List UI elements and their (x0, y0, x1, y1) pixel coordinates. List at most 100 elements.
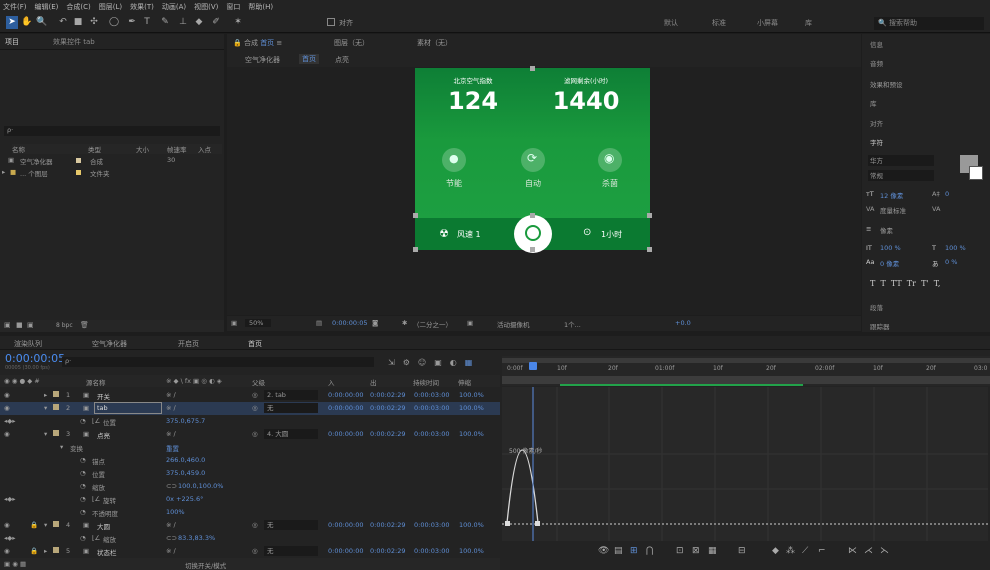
pickwhip-icon[interactable]: ◎ (252, 391, 258, 399)
col-size[interactable]: 大小 (136, 144, 149, 154)
menu-file[interactable]: 文件(F) (3, 2, 27, 12)
col-type[interactable]: 类型 (88, 144, 101, 154)
property-value[interactable]: 100% (166, 508, 185, 516)
edit-keyframe-icon[interactable]: ◆ (772, 546, 779, 556)
interpret-icon[interactable]: ▣ (4, 321, 11, 329)
linear-icon[interactable]: ⟋ (802, 546, 808, 556)
fit-selection-icon[interactable]: ⊡ (676, 546, 684, 556)
all-caps-button[interactable]: TT (891, 279, 902, 288)
library-panel[interactable]: 库 (870, 98, 877, 108)
info-panel[interactable]: 信息 (870, 39, 883, 49)
property-row[interactable]: ◂◆▸ ◔ ⌊∠ 位置 375.0,675.7 (0, 415, 500, 428)
search-help-input[interactable]: 🔍 搜索帮助 (874, 17, 984, 30)
menu-window[interactable]: 窗口 (226, 2, 240, 12)
property-value[interactable]: 0x +225.6° (166, 495, 203, 503)
graph-type-icon[interactable]: ▤ (614, 546, 623, 556)
shape-tool-icon[interactable]: ◯ (108, 16, 120, 29)
parent-dropdown[interactable]: 无 (264, 520, 318, 530)
parent-dropdown[interactable]: 4. 大圆 (264, 429, 318, 439)
layer-in[interactable]: 0:00:00:00 (328, 430, 364, 438)
project-search[interactable]: ρ· (4, 126, 220, 136)
hold-icon[interactable]: ⁂ (786, 546, 795, 556)
property-row[interactable]: ◔ 位置 375.0,459.0 (0, 467, 500, 480)
selection-handle[interactable] (647, 247, 652, 252)
easy-ease-icon[interactable]: ⋉ (848, 546, 857, 556)
timeline-timecode[interactable]: 0:00:00:05 (5, 352, 65, 365)
property-value[interactable]: 83.3,83.3% (178, 534, 215, 542)
type-tool-icon[interactable]: T (141, 16, 153, 29)
superscript-button[interactable]: T' (921, 279, 929, 288)
ease-in-icon[interactable]: ⋌ (864, 546, 873, 556)
effect-controls-tab[interactable]: 效果控件 tab (53, 37, 95, 47)
pan-behind-tool-icon[interactable]: ✣ (88, 16, 100, 29)
font-family-select[interactable]: 华方 (868, 155, 934, 166)
menu-view[interactable]: 视图(V) (194, 2, 218, 12)
horizontal-scale-value[interactable]: 100 % (945, 244, 966, 252)
graph-icon[interactable]: ⌊∠ (92, 417, 100, 425)
bulb-icon[interactable]: ● (442, 148, 466, 172)
layer-row[interactable]: ◉ 🔒 ▸ 5 ▣ 状态栏 ※ ∕ ◎ 无 0:00:00:00 0:00:02… (0, 545, 500, 558)
auto-icon[interactable]: ⟳ (521, 148, 545, 172)
work-area-bar[interactable] (502, 358, 990, 363)
project-item[interactable]: ▣ 空气净化器 合成 30 (8, 156, 222, 166)
reset-link[interactable]: 重置 (166, 443, 179, 453)
views-dropdown[interactable]: 1个... (564, 319, 581, 329)
separate-dimensions-icon[interactable]: ⊟ (738, 546, 746, 556)
property-row[interactable]: ◔ 不透明度 100% (0, 506, 500, 519)
stopwatch-icon[interactable]: ◔ (80, 534, 86, 542)
expand-arrow-icon[interactable]: ▸ (2, 168, 5, 176)
pickwhip-icon[interactable]: ◎ (252, 521, 258, 529)
breadcrumb-2[interactable]: 首页 (299, 54, 319, 64)
col-name[interactable]: 名称 (12, 144, 25, 154)
timer-icon[interactable]: ⊙ (583, 227, 591, 238)
property-value[interactable]: 375.0,675.7 (166, 417, 205, 425)
layer-row[interactable]: ◉ 🔒 ▾ 4 ▣ 大圆 ※ ∕ ◎ 无 0:00:00:00 0:00:02:… (0, 519, 500, 532)
expand-arrow-icon[interactable]: ▾ (44, 404, 47, 412)
stopwatch-icon[interactable]: ◔ (80, 495, 86, 503)
motion-blur-icon[interactable]: ◐ (450, 358, 465, 367)
layer-in[interactable]: 0:00:00:00 (328, 521, 364, 529)
layer-duration[interactable]: 0:00:03:00 (414, 391, 450, 399)
fit-view-icon[interactable]: ▦ (708, 546, 717, 556)
workspace-library[interactable]: 库 (805, 18, 812, 28)
trash-icon[interactable]: 🗑 (80, 321, 89, 329)
stopwatch-icon[interactable]: ◔ (80, 508, 86, 516)
visibility-icon[interactable]: ◉ (4, 391, 10, 399)
hand-tool-icon[interactable]: ✋ (21, 16, 33, 29)
snap-icon[interactable]: ⋂ (646, 546, 653, 556)
layer-out[interactable]: 0:00:02:29 (370, 391, 406, 399)
expand-arrow-icon[interactable]: ▸ (44, 547, 47, 555)
bpc-label[interactable]: 8 bpc (56, 322, 73, 329)
lock-icon[interactable]: 🔒 (30, 547, 38, 555)
always-preview-icon[interactable]: ▣ (231, 319, 237, 327)
property-group-row[interactable]: ▾ 变换 重置 (0, 441, 500, 454)
lock-icon[interactable]: 🔒 (30, 521, 38, 529)
property-value[interactable]: 375.0,459.0 (166, 469, 205, 477)
property-row[interactable]: ◂◆▸ ◔ ⌊∠ 缩放 ⊂⊃ 83.3,83.3% (0, 532, 500, 545)
fan-icon[interactable]: ☢ (439, 227, 449, 240)
selection-handle[interactable] (530, 247, 535, 252)
kerning-value[interactable]: 度量标准 (880, 205, 906, 215)
layer-out[interactable]: 0:00:02:29 (370, 521, 406, 529)
expand-arrow-icon[interactable]: ▾ (44, 521, 47, 529)
viewer-tab[interactable]: 🔒 合成 首页 ≡ (233, 38, 282, 48)
expand-arrow-icon[interactable]: ▸ (44, 391, 47, 399)
graph-icon[interactable]: ⌊∠ (92, 495, 100, 503)
layer-stretch[interactable]: 100.0% (459, 547, 484, 555)
selection-handle[interactable] (530, 213, 535, 218)
workspace-small[interactable]: 小屏幕 (757, 18, 778, 28)
audio-panel[interactable]: 音频 (870, 58, 883, 68)
paragraph-panel[interactable]: 段落 (870, 302, 883, 312)
layer-stretch[interactable]: 100.0% (459, 521, 484, 529)
selection-handle[interactable] (647, 213, 652, 218)
visibility-icon[interactable]: ◉ (4, 547, 10, 555)
camera-dropdown[interactable]: 活动摄像机 (497, 319, 530, 329)
font-style-select[interactable]: 常规 (868, 170, 934, 181)
clone-tool-icon[interactable]: ⊥ (177, 16, 189, 29)
sterilize-icon[interactable]: ◉ (598, 148, 622, 172)
tracker-panel[interactable]: 跟踪器 (870, 321, 890, 331)
comp-flow-icon[interactable]: ⇲ (388, 358, 403, 367)
comp-tab-start[interactable]: 开启页 (178, 339, 199, 349)
frame-blend-icon[interactable]: ▣ (434, 358, 450, 367)
parent-dropdown[interactable]: 2. tab (264, 390, 318, 400)
